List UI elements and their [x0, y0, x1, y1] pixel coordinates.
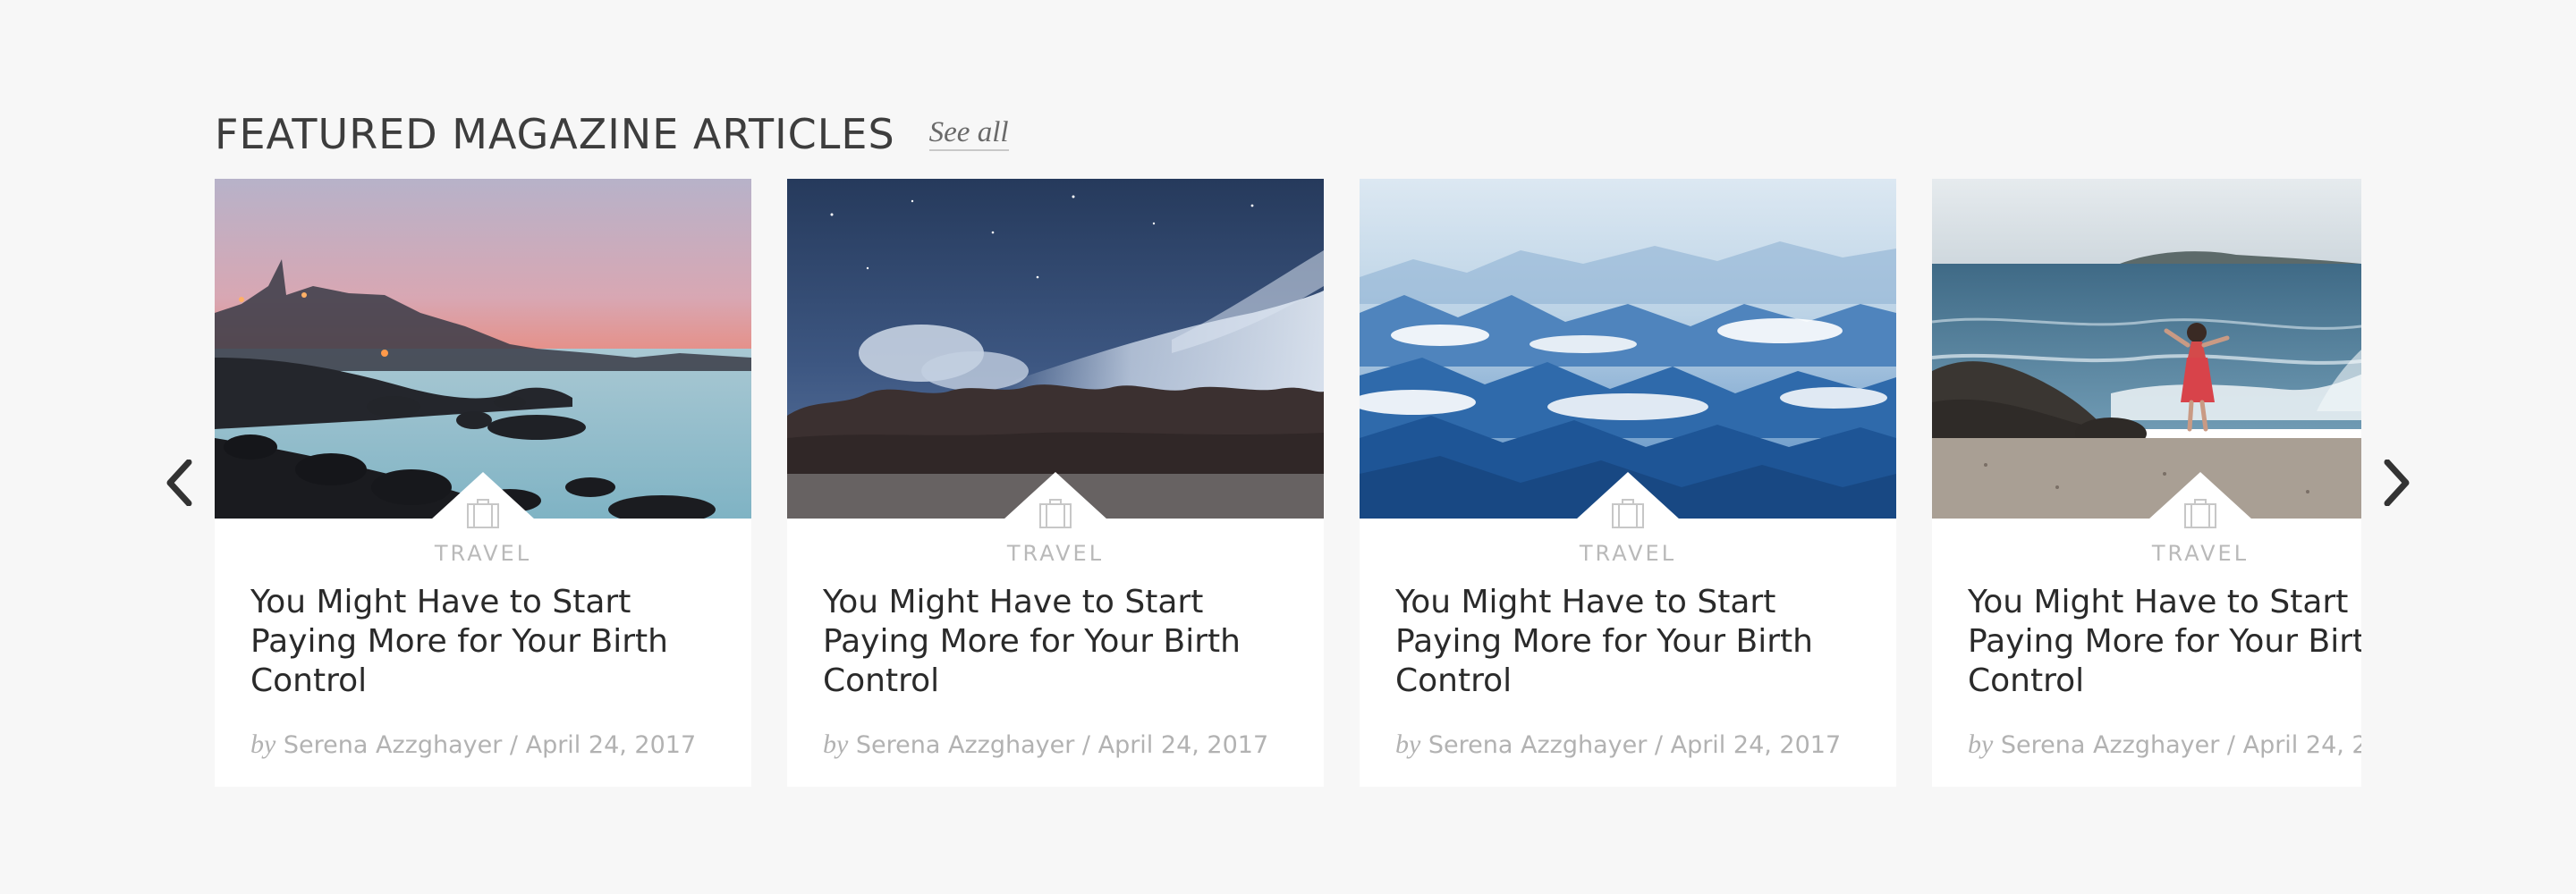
night-sky-treeline-image	[787, 179, 1324, 519]
article-byline: by Serena Azzghayer / April 24, 2017	[1395, 730, 1841, 760]
luggage-icon	[467, 499, 499, 528]
byline-prefix: by	[250, 730, 276, 759]
article-card[interactable]: TRAVEL You Might Have to Start Paying Mo…	[1932, 179, 2361, 787]
carousel-viewport: TRAVEL You Might Have to Start Paying Mo…	[215, 179, 2361, 787]
coastal-dusk-rocks-image	[215, 179, 751, 519]
article-title[interactable]: You Might Have to Start Paying More for …	[1395, 583, 1860, 701]
author-date: Serena Azzghayer / April 24, 2017	[2000, 731, 2361, 759]
article-byline: by Serena Azzghayer / April 24, 2017	[823, 730, 1268, 760]
article-card[interactable]: TRAVEL You Might Have to Start Paying Mo…	[215, 179, 751, 787]
carousel-next-button[interactable]	[2377, 456, 2417, 510]
article-byline: by Serena Azzghayer / April 24, 2017	[1968, 730, 2361, 760]
article-category[interactable]: TRAVEL	[1360, 541, 1896, 566]
see-all-link[interactable]: See all	[928, 117, 1009, 151]
article-category[interactable]: TRAVEL	[1932, 541, 2361, 566]
article-card[interactable]: TRAVEL You Might Have to Start Paying Mo…	[1360, 179, 1896, 787]
chevron-left-icon	[166, 460, 192, 506]
article-card[interactable]: TRAVEL You Might Have to Start Paying Mo…	[787, 179, 1324, 787]
article-title[interactable]: You Might Have to Start Paying More for …	[250, 583, 716, 701]
carousel-prev-button[interactable]	[159, 456, 199, 510]
author-date: Serena Azzghayer / April 24, 2017	[283, 731, 697, 759]
luggage-icon	[2184, 499, 2216, 528]
byline-prefix: by	[1968, 730, 1994, 759]
author-date: Serena Azzghayer / April 24, 2017	[855, 731, 1269, 759]
section-title: FEATURED MAGAZINE ARTICLES	[215, 110, 895, 158]
article-title[interactable]: You Might Have to Start Paying More for …	[823, 583, 1288, 701]
section-header: FEATURED MAGAZINE ARTICLES See all	[215, 105, 1009, 163]
author-date: Serena Azzghayer / April 24, 2017	[1428, 731, 1842, 759]
article-byline: by Serena Azzghayer / April 24, 2017	[250, 730, 696, 760]
blue-mountains-clouds-image	[1360, 179, 1896, 519]
chevron-right-icon	[2384, 460, 2410, 506]
luggage-icon	[1039, 499, 1072, 528]
byline-prefix: by	[1395, 730, 1421, 759]
luggage-icon	[1612, 499, 1644, 528]
article-title[interactable]: You Might Have to Start Paying More for …	[1968, 583, 2361, 701]
byline-prefix: by	[823, 730, 849, 759]
article-category[interactable]: TRAVEL	[215, 541, 751, 566]
article-category[interactable]: TRAVEL	[787, 541, 1324, 566]
woman-beach-waves-image	[1932, 179, 2361, 519]
